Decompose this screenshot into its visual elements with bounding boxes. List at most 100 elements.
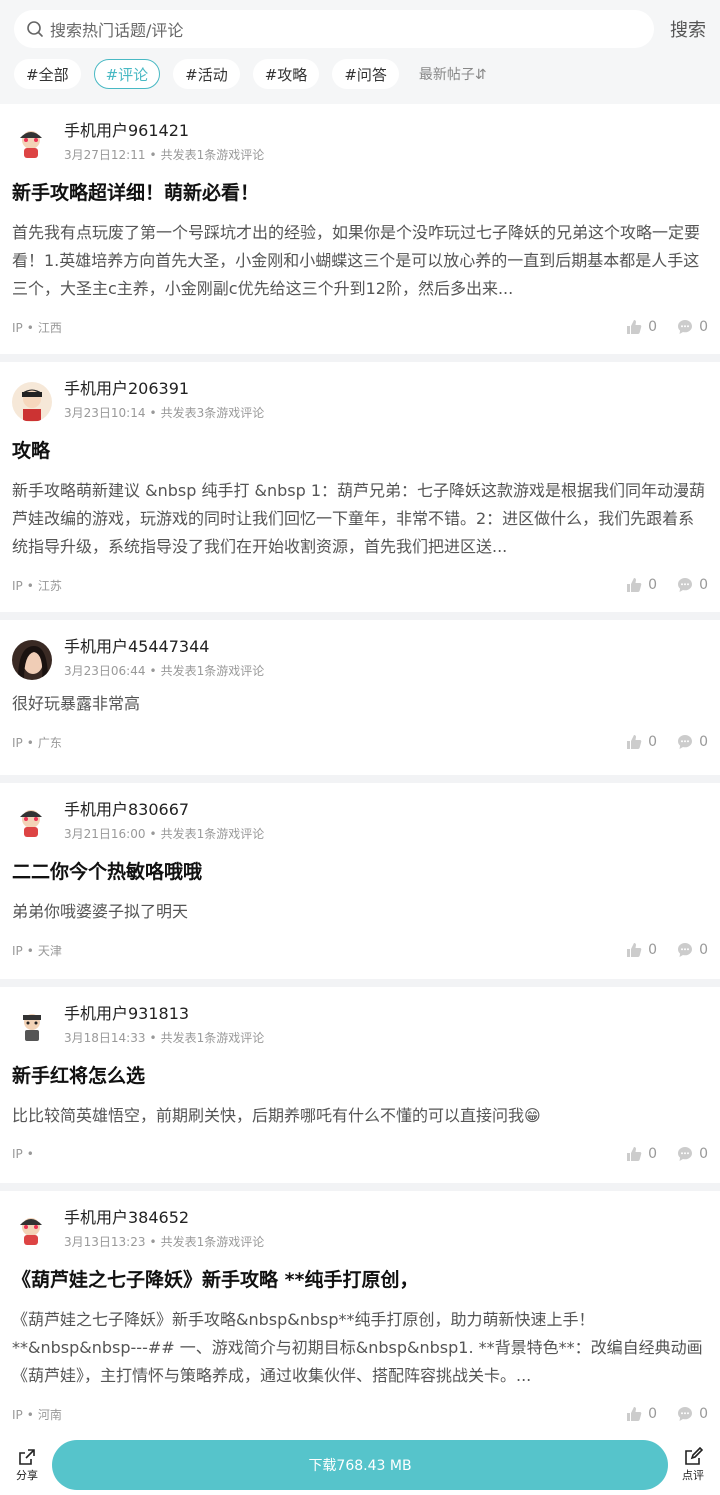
post-body: 很好玩暴露非常高 xyxy=(12,694,141,713)
download-button[interactable]: 下载768.43 MB xyxy=(52,1440,668,1490)
post-meta: 3月18日14:33 • 共发表1条游戏评论 xyxy=(64,1031,265,1045)
comment-button[interactable]: 0 xyxy=(677,1146,708,1162)
comment-icon xyxy=(678,1147,693,1161)
ip-label: IP xyxy=(12,578,23,593)
filter-chip-guide[interactable]: #攻略 xyxy=(252,59,320,89)
like-button[interactable]: 0 xyxy=(626,1146,657,1162)
post-summary: 共发表1条游戏评论 xyxy=(160,1031,265,1045)
avatar[interactable] xyxy=(12,1007,52,1047)
post-meta: 3月23日10:14 • 共发表3条游戏评论 xyxy=(64,406,265,420)
comment-icon xyxy=(678,320,693,334)
username[interactable]: 手机用户206391 xyxy=(64,378,264,400)
search-row: 搜索热门话题/评论 搜索 xyxy=(14,10,706,48)
post-title: 攻略 xyxy=(12,440,51,462)
post-summary: 共发表1条游戏评论 xyxy=(160,664,265,678)
post-summary: 共发表1条游戏评论 xyxy=(160,1235,265,1249)
post-date: 3月13日13:23 xyxy=(64,1235,146,1249)
bottom-action-bar: 分享 下载768.43 MB 点评 xyxy=(0,1435,720,1495)
thumb-up-icon xyxy=(627,1407,642,1421)
thumb-up-icon xyxy=(627,578,642,592)
ip-region: 天津 xyxy=(37,943,62,958)
filter-chip-all[interactable]: #全部 xyxy=(14,59,81,89)
ip-location: IP • 天津 xyxy=(12,943,62,958)
post-header: 手机用户45447344 3月23日06:44 • 共发表1条游戏评论 xyxy=(12,636,708,686)
username[interactable]: 手机用户45447344 xyxy=(64,636,264,658)
avatar[interactable] xyxy=(12,640,52,680)
thumb-up-icon xyxy=(627,320,642,334)
post-title: 二二你今个热敏咯哦哦 xyxy=(12,861,203,883)
post-meta: 3月23日06:44 • 共发表1条游戏评论 xyxy=(64,664,265,678)
thumb-up-icon xyxy=(627,735,642,749)
review-button[interactable]: 点评 xyxy=(676,1447,710,1483)
sort-dropdown[interactable]: 最新帖子⇵ xyxy=(419,64,487,84)
search-button[interactable]: 搜索 xyxy=(654,16,706,42)
username[interactable]: 手机用户931813 xyxy=(64,1003,264,1025)
post-date: 3月27日12:11 xyxy=(64,148,146,162)
post-date: 3月23日10:14 xyxy=(64,406,146,420)
post-meta: 3月21日16:00 • 共发表1条游戏评论 xyxy=(64,827,265,841)
post-card[interactable]: 手机用户961421 3月27日12:11 • 共发表1条游戏评论 新手攻略超详细！… xyxy=(0,104,720,354)
post-header: 手机用户830667 3月21日16:00 • 共发表1条游戏评论 xyxy=(12,799,708,849)
filter-chip-review[interactable]: #评论 xyxy=(93,59,161,89)
post-meta: 3月27日12:11 • 共发表1条游戏评论 xyxy=(64,148,265,162)
ip-region: 广东 xyxy=(37,735,62,750)
post-card[interactable]: 手机用户830667 3月21日16:00 • 共发表1条游戏评论 二二你今个热敏咯… xyxy=(0,783,720,979)
username[interactable]: 手机用户830667 xyxy=(64,799,264,821)
post-header: 手机用户961421 3月27日12:11 • 共发表1条游戏评论 xyxy=(12,120,708,170)
search-input[interactable]: 搜索热门话题/评论 xyxy=(14,10,654,48)
like-button[interactable]: 0 xyxy=(626,1406,657,1422)
comment-count: 0 xyxy=(699,1406,708,1422)
comment-button[interactable]: 0 xyxy=(677,319,708,335)
avatar[interactable] xyxy=(12,124,52,164)
comment-button[interactable]: 0 xyxy=(677,1406,708,1422)
comment-count: 0 xyxy=(699,1146,708,1162)
like-count: 0 xyxy=(648,577,658,593)
post-body: 比比较简英雄悟空，前期刷关快，后期养哪吒有什么不懂的可以直接问我😁 xyxy=(12,1106,541,1125)
like-count: 0 xyxy=(648,1406,658,1422)
like-button[interactable]: 0 xyxy=(626,577,657,593)
post-footer: IP • 江西 0 0 xyxy=(12,309,708,349)
username[interactable]: 手机用户384652 xyxy=(64,1207,264,1229)
comment-count: 0 xyxy=(699,319,708,335)
filter-chip-activity[interactable]: #活动 xyxy=(173,59,240,89)
ip-location: IP • 广东 xyxy=(12,735,62,750)
post-footer: IP • 0 0 xyxy=(12,1136,708,1176)
ip-location: IP • 河南 xyxy=(12,1407,62,1422)
comment-button[interactable]: 0 xyxy=(677,942,708,958)
post-title: 新手攻略超详细！萌新必看！ xyxy=(12,182,260,204)
username[interactable]: 手机用户961421 xyxy=(64,120,264,142)
post-footer: IP • 江苏 0 0 xyxy=(12,567,708,607)
post-card[interactable]: 手机用户931813 3月18日14:33 • 共发表1条游戏评论 新手红将怎么选 … xyxy=(0,987,720,1183)
post-header: 手机用户931813 3月18日14:33 • 共发表1条游戏评论 xyxy=(12,1003,708,1053)
share-icon xyxy=(19,1449,35,1465)
edit-icon xyxy=(685,1447,703,1465)
ip-location: IP • 江苏 xyxy=(12,578,62,593)
post-title: 《葫芦娃之七子降妖》新手攻略 **纯手打原创， xyxy=(12,1269,419,1291)
share-button[interactable]: 分享 xyxy=(10,1447,44,1483)
ip-label: IP xyxy=(12,320,23,335)
post-card[interactable]: 手机用户45447344 3月23日06:44 • 共发表1条游戏评论 很好玩暴露非… xyxy=(0,620,720,775)
like-button[interactable]: 0 xyxy=(626,734,657,750)
post-summary: 共发表3条游戏评论 xyxy=(160,406,265,420)
search-icon xyxy=(27,21,43,37)
post-body: 弟弟你哦婆婆子拟了明天 xyxy=(12,902,189,921)
like-button[interactable]: 0 xyxy=(626,319,657,335)
filter-chip-qa[interactable]: #问答 xyxy=(332,59,399,89)
comment-button[interactable]: 0 xyxy=(677,577,708,593)
post-body: 首先我有点玩废了第一个号踩坑才出的经验，如果你是个没咋玩过七子降妖的兄弟这个攻略… xyxy=(12,223,701,298)
comment-button[interactable]: 0 xyxy=(677,734,708,750)
avatar[interactable] xyxy=(12,803,52,843)
ip-region: 江西 xyxy=(37,320,62,335)
post-date: 3月23日06:44 xyxy=(64,664,146,678)
ip-label: IP xyxy=(12,943,23,958)
comment-count: 0 xyxy=(699,577,708,593)
post-card[interactable]: 手机用户206391 3月23日10:14 • 共发表3条游戏评论 攻略 新手攻略萌… xyxy=(0,362,720,612)
post-card[interactable]: 手机用户384652 3月13日13:23 • 共发表1条游戏评论 《葫芦娃之七子降… xyxy=(0,1191,720,1451)
like-button[interactable]: 0 xyxy=(626,942,657,958)
post-footer: IP • 广东 0 0 xyxy=(12,724,708,764)
post-feed: 手机用户961421 3月27日12:11 • 共发表1条游戏评论 新手攻略超详细！… xyxy=(0,104,720,1451)
avatar[interactable] xyxy=(12,382,52,422)
share-label: 分享 xyxy=(16,1469,38,1482)
like-count: 0 xyxy=(648,1146,658,1162)
avatar[interactable] xyxy=(12,1211,52,1251)
